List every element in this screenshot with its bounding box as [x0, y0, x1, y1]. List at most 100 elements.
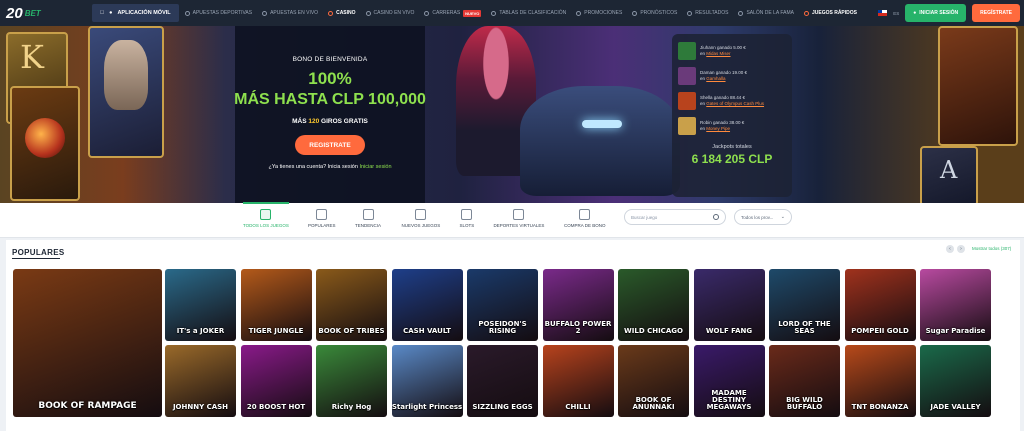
popular-games-section: POPULARES ‹ › Mostrar todos (307) BOOK O…: [6, 240, 1020, 431]
category-tab[interactable]: TENDENCIA: [355, 209, 381, 228]
mobile-app-button[interactable]:  ● APLICACIÓN MÓVIL: [92, 4, 179, 22]
nav-item[interactable]: CASINO: [328, 10, 356, 16]
game-title: TIGER JUNGLE: [248, 327, 304, 335]
nav-item[interactable]: PROMOCIONES: [576, 10, 622, 16]
game-tile[interactable]: Richy Hog: [316, 345, 387, 417]
promo-register-button[interactable]: REGISTRATE: [295, 135, 365, 155]
nav-item-label: TABLAS DE CLASIFICACIÓN: [495, 10, 566, 16]
winner-game-thumbnail[interactable]: [678, 116, 696, 135]
game-tile[interactable]: MADAME DESTINY MEGAWAYS: [693, 345, 765, 417]
category-icon: [362, 209, 374, 220]
game-title: JADE VALLEY: [930, 403, 981, 411]
bonus-amount-prefix: MÁS HASTA: [234, 91, 332, 108]
game-tile[interactable]: IT's a JOKER: [165, 269, 236, 341]
winner-game-thumbnail[interactable]: [678, 41, 696, 60]
winner-game-link[interactable]: Gates of Olympus Cash Plus: [706, 101, 764, 106]
winner-game-link[interactable]: Money Pipe: [706, 126, 730, 131]
carousel-pager: ‹ ›: [946, 245, 965, 253]
game-title: WILD CHICAGO: [624, 327, 683, 335]
game-tile[interactable]: BOOK OF ANUNNAKI: [618, 345, 689, 417]
game-title: Sugar Paradise: [925, 327, 986, 335]
nav-item-icon: [424, 10, 430, 16]
winner-text: Shella ganado 88.44 € en Gates of Olympus…: [700, 95, 764, 107]
category-tab[interactable]: POPULARES: [308, 209, 336, 228]
nav-item[interactable]: RESULTADOS: [687, 10, 728, 16]
promo-login-question: ¿Ya tienes una cuenta? Inicia sesión: [268, 164, 360, 170]
sorceress-card-art: [938, 26, 1018, 146]
game-tile[interactable]: 20 BOOST HOT: [240, 345, 312, 417]
game-tile[interactable]: WILD CHICAGO: [618, 269, 689, 341]
game-tile[interactable]: BUFFALO POWER 2: [542, 269, 614, 341]
promo-login-link[interactable]: Iniciar sesión: [359, 164, 391, 170]
brand-logo[interactable]: 20 BET: [0, 0, 60, 26]
winner-row[interactable]: Daman ganado 19.00 € en Gamhalla: [678, 63, 786, 88]
nav-item[interactable]: CASINO EN VIVO: [365, 10, 414, 16]
show-all-link[interactable]: Mostrar todos (307): [972, 246, 1011, 251]
game-title: BIG WILD BUFFALO: [786, 396, 823, 411]
game-tile[interactable]: TNT BONANZA: [844, 345, 916, 417]
bonus-amount-line: MÁS HASTA CLP 100,000: [234, 91, 426, 109]
next-arrow-icon[interactable]: ›: [957, 245, 965, 253]
game-search-input[interactable]: Buscar juego: [624, 209, 726, 225]
category-label: TODOS LOS JUEGOS: [243, 223, 289, 228]
category-tab[interactable]: DEPORTES VIRTUALES: [494, 209, 544, 228]
register-button[interactable]: REGÍSTRATE: [972, 4, 1020, 22]
winner-row[interactable]: Jiuhann ganado 5.00 € en Midas Miser: [678, 38, 786, 63]
winner-row[interactable]: Shella ganado 88.44 € en Gates of Olympus…: [678, 88, 786, 113]
language-selector[interactable]: ES: [893, 11, 899, 16]
game-title: CASH VAULT: [403, 327, 451, 335]
winner-row[interactable]: Robin ganado 38.00 € en Money Pipe: [678, 113, 786, 138]
game-tile[interactable]: BIG WILD BUFFALO: [769, 345, 840, 417]
game-tile[interactable]: BOOK OF TRIBES: [316, 269, 387, 341]
chile-flag-icon[interactable]: [878, 10, 888, 16]
bonus-subtitle: BONO DE BIENVENIDA: [292, 56, 368, 63]
game-title: MADAME DESTINY MEGAWAYS: [706, 389, 752, 411]
category-label: NUEVOS JUEGOS: [401, 223, 441, 228]
nav-item[interactable]: CARRERAS NUEVO: [424, 9, 482, 17]
game-tile[interactable]: TIGER JUNGLE: [240, 269, 312, 341]
game-title: CHILLI: [565, 403, 591, 411]
car-headlight-art: [582, 120, 622, 128]
game-tile[interactable]: Sugar Paradise: [920, 269, 991, 341]
game-tile[interactable]: CASH VAULT: [391, 269, 463, 341]
game-tile[interactable]: SIZZLING EGGS: [467, 345, 538, 417]
game-tile[interactable]: Starlight Princess: [391, 345, 463, 417]
search-icon[interactable]: [713, 214, 719, 220]
game-tile[interactable]: BOOK OF RAMPAGE: [13, 269, 162, 417]
nav-item[interactable]: PRONÓSTICOS: [632, 10, 677, 16]
game-tile[interactable]: CHILLI: [542, 345, 614, 417]
winner-game-thumbnail[interactable]: [678, 66, 696, 85]
nav-item[interactable]: JUEGOS RÁPIDOS: [803, 10, 857, 16]
category-tab[interactable]: NUEVOS JUEGOS: [401, 209, 441, 228]
game-tile[interactable]: WOLF FANG: [693, 269, 765, 341]
provider-select[interactable]: Todos los prov... ⌄: [734, 209, 792, 225]
bonus-percent: 100%: [308, 69, 352, 88]
game-tile[interactable]: JADE VALLEY: [920, 345, 991, 417]
category-icon: [316, 209, 328, 220]
nav-item[interactable]: APUESTAS DEPORTIVAS: [184, 10, 252, 16]
category-tab[interactable]: TODOS LOS JUEGOS: [243, 209, 289, 228]
game-tile[interactable]: POSEIDON'S RISING: [467, 269, 538, 341]
nav-item-label: PROMOCIONES: [580, 10, 622, 16]
game-title: JOHNNY CASH: [172, 403, 229, 411]
nav-item[interactable]: APUESTAS EN VIVO: [262, 10, 318, 16]
nav-item-icon: [632, 10, 638, 16]
winner-game-link[interactable]: Gamhalla: [706, 76, 725, 81]
free-spins-line: MÁS 120 GIROS GRATIS: [292, 118, 368, 125]
nav-item[interactable]: SALÓN DE LA FAMA: [738, 10, 794, 16]
nav-item[interactable]: TABLAS DE CLASIFICACIÓN: [491, 10, 566, 16]
game-tile[interactable]: JOHNNY CASH: [165, 345, 236, 417]
prev-arrow-icon[interactable]: ‹: [946, 245, 954, 253]
game-tile[interactable]: POMPEII GOLD: [844, 269, 916, 341]
game-tile[interactable]: LORD OF THE SEAS: [769, 269, 840, 341]
category-tab[interactable]: SLOTS: [460, 209, 474, 228]
winner-game-thumbnail[interactable]: [678, 91, 696, 110]
chevron-down-icon: ⌄: [780, 214, 785, 220]
winner-text: Jiuhann ganado 5.00 € en Midas Miser: [700, 45, 746, 57]
free-spins-suffix: GIROS GRATIS: [319, 118, 368, 125]
winner-game-link[interactable]: Midas Miser: [706, 51, 730, 56]
category-icon: [260, 209, 272, 220]
category-tab[interactable]: COMPRA DE BONO: [564, 209, 606, 228]
logo-number: 20: [6, 4, 23, 22]
login-button[interactable]: ● INICIAR SESIÓN: [905, 4, 967, 22]
